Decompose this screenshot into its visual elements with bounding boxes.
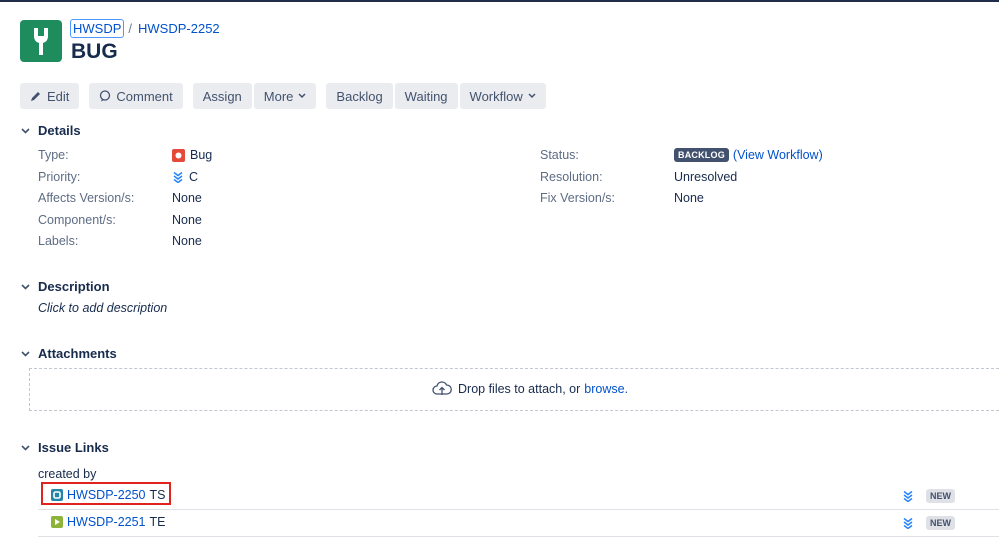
labels-label: Labels: (38, 234, 79, 248)
breadcrumb-project-link[interactable]: HWSDP (70, 19, 125, 38)
type-value: Bug (172, 148, 212, 162)
priority-lowest-icon (902, 517, 914, 532)
waiting-button[interactable]: Waiting (394, 83, 458, 109)
issue-link-key[interactable]: HWSDP-2251 (67, 515, 146, 529)
cloud-upload-icon (432, 381, 452, 397)
wrench-icon (34, 28, 48, 55)
status-badge: NEW (926, 516, 955, 530)
priority-label: Priority: (38, 170, 81, 184)
component-value[interactable]: None (172, 213, 202, 227)
resolution-label: Resolution: (540, 170, 603, 184)
attachments-heading: Attachments (38, 346, 117, 361)
details-heading: Details (38, 123, 81, 138)
bug-icon (172, 148, 185, 162)
chevron-down-icon (21, 283, 31, 290)
project-avatar[interactable] (20, 20, 62, 62)
status-badge: NEW (926, 489, 955, 503)
status-value: BACKLOG (View Workflow) (674, 148, 823, 162)
issue-links-toggle[interactable]: Issue Links (21, 440, 109, 455)
top-bar (0, 0, 999, 2)
description-heading: Description (38, 279, 110, 294)
chevron-down-icon (21, 350, 31, 357)
type-text: Bug (190, 148, 213, 162)
workflow-button[interactable]: Workflow (459, 83, 546, 109)
affects-version-label: Affects Version/s: (38, 191, 135, 205)
issue-links-heading: Issue Links (38, 440, 109, 455)
fix-version-label: Fix Version/s: (540, 191, 616, 205)
comment-icon (99, 90, 111, 102)
priority-value: C (172, 170, 198, 184)
issue-link-summary: TE (149, 515, 166, 529)
issue-link[interactable]: HWSDP-2251 TE (51, 515, 165, 529)
priority-lowest-icon (902, 490, 914, 505)
link-relation-label: created by (38, 467, 97, 481)
chevron-down-icon (528, 93, 536, 99)
drop-text: Drop files to attach, or (458, 382, 581, 396)
pencil-icon (30, 90, 42, 102)
browse-link[interactable]: browse. (584, 382, 628, 396)
affects-version-value[interactable]: None (172, 191, 202, 205)
issue-toolbar: Edit Comment Assign More Backlog Waiting… (20, 83, 546, 109)
fix-version-value[interactable]: None (674, 191, 704, 205)
type-label: Type: (38, 148, 69, 162)
priority-text: C (189, 170, 199, 184)
assign-button[interactable]: Assign (192, 83, 252, 109)
workflow-label: Workflow (469, 88, 523, 104)
breadcrumb: HWSDP / HWSDP-2252 (70, 19, 220, 38)
dropzone-message: Drop files to attach, or browse. (432, 381, 628, 397)
view-workflow-link[interactable]: (View Workflow) (733, 148, 823, 162)
attachments-toggle[interactable]: Attachments (21, 346, 117, 361)
comment-button[interactable]: Comment (89, 83, 183, 109)
priority-lowest-icon (172, 171, 184, 183)
status-label: Status: (540, 148, 579, 162)
chevron-down-icon (298, 93, 306, 99)
issue-type-icon (51, 516, 63, 528)
chevron-down-icon (21, 444, 31, 451)
status-badge: BACKLOG (674, 148, 729, 162)
labels-value[interactable]: None (172, 234, 202, 248)
breadcrumb-separator: / (128, 21, 133, 36)
description-field[interactable]: Click to add description (38, 301, 167, 315)
edit-button[interactable]: Edit (20, 83, 80, 109)
resolution-value: Unresolved (674, 170, 738, 184)
component-label: Component/s: (38, 213, 116, 227)
comment-label: Comment (116, 88, 173, 104)
backlog-button[interactable]: Backlog (326, 83, 393, 109)
details-toggle[interactable]: Details (21, 123, 81, 138)
chevron-down-icon (21, 127, 31, 134)
edit-label: Edit (47, 88, 70, 104)
breadcrumb-issue-link[interactable]: HWSDP-2252 (138, 21, 220, 36)
issue-link-row: HWSDP-2251 TE NEW (38, 510, 999, 537)
more-button[interactable]: More (253, 83, 317, 109)
description-toggle[interactable]: Description (21, 279, 110, 294)
more-label: More (263, 88, 294, 104)
issue-link-row: HWSDP-2250 TS NEW (38, 483, 999, 510)
issue-summary[interactable]: BUG (71, 40, 118, 64)
highlight-box (41, 482, 171, 505)
